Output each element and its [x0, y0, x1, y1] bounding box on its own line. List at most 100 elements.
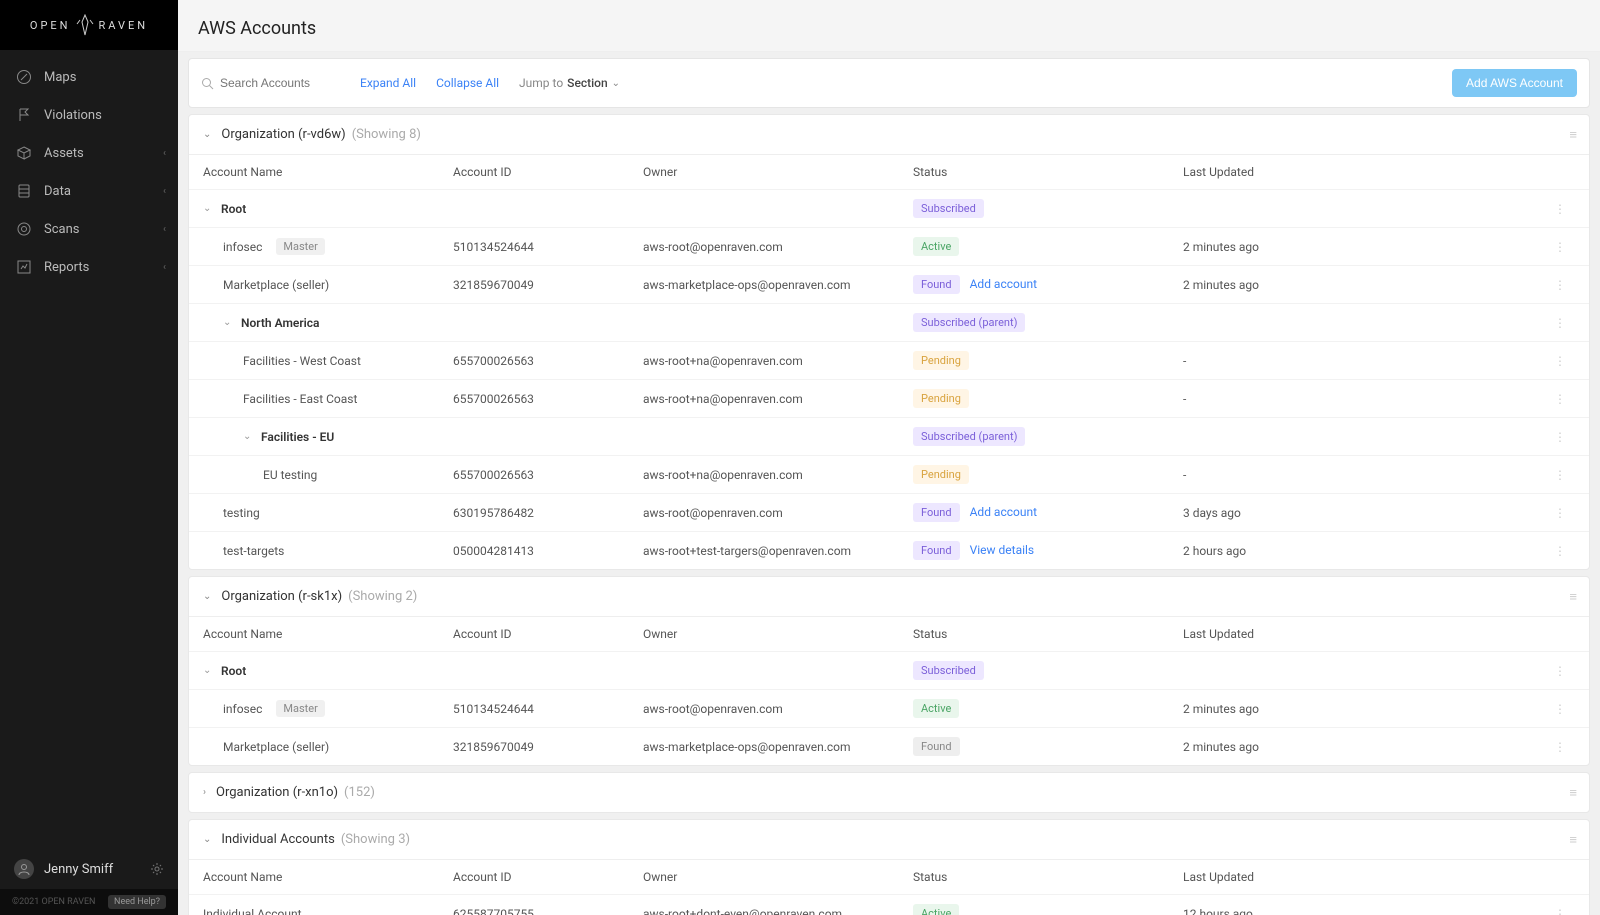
table-row[interactable]: ⌄North AmericaSubscribed (parent)⋮	[189, 303, 1589, 341]
chevron-left-icon: ‹	[163, 224, 166, 235]
add-aws-account-button[interactable]: Add AWS Account	[1452, 69, 1577, 97]
gear-icon[interactable]	[150, 862, 164, 876]
chevron-icon[interactable]: ⌄	[203, 665, 213, 676]
table-row[interactable]: infosecMaster510134524644aws-root@openra…	[189, 689, 1589, 727]
nav-label: Reports	[44, 260, 89, 275]
nav-scans[interactable]: Scans ‹	[0, 210, 178, 248]
user-name: Jenny Smiff	[44, 862, 113, 877]
kebab-icon[interactable]: ⋮	[1545, 907, 1575, 915]
nav-data[interactable]: Data ‹	[0, 172, 178, 210]
status-action-link[interactable]: Add account	[970, 277, 1037, 291]
collapse-all-link[interactable]: Collapse All	[436, 76, 499, 90]
expand-all-link[interactable]: Expand All	[360, 76, 416, 90]
kebab-icon[interactable]: ⋮	[1545, 240, 1575, 254]
nav-label: Scans	[44, 222, 79, 237]
table-row[interactable]: ⌄RootSubscribed⋮	[189, 189, 1589, 227]
table-row[interactable]: ⌄Facilities - EUSubscribed (parent)⋮	[189, 417, 1589, 455]
table-row[interactable]: EU testing655700026563aws-root+na@openra…	[189, 455, 1589, 493]
table-row[interactable]: ⌄RootSubscribed⋮	[189, 651, 1589, 689]
search-input[interactable]	[220, 76, 340, 90]
cell-owner: aws-root+test-targers@openraven.com	[643, 544, 913, 558]
account-name: Marketplace (seller)	[223, 740, 329, 754]
status-badge: Found	[913, 275, 960, 294]
jump-target: Section	[567, 76, 608, 90]
drag-handle-icon[interactable]: ≡	[1569, 589, 1577, 605]
cell-owner: aws-marketplace-ops@openraven.com	[643, 740, 913, 754]
kebab-icon[interactable]: ⋮	[1545, 702, 1575, 716]
table-header: Account NameAccount IDOwnerStatusLast Up…	[189, 616, 1589, 651]
table-row[interactable]: infosecMaster510134524644aws-root@openra…	[189, 227, 1589, 265]
table-row[interactable]: Facilities - East Coast655700026563aws-r…	[189, 379, 1589, 417]
nav-maps[interactable]: Maps	[0, 58, 178, 96]
chevron-icon[interactable]: ⌄	[203, 203, 213, 214]
nav-assets[interactable]: Assets ‹	[0, 134, 178, 172]
section-title: Organization (r-vd6w)	[221, 127, 345, 142]
nav-label: Assets	[44, 146, 84, 161]
help-button[interactable]: Need Help?	[108, 895, 166, 909]
table-row[interactable]: Marketplace (seller)321859670049aws-mark…	[189, 727, 1589, 765]
table-row[interactable]: Individual Account625587705755aws-root+d…	[189, 894, 1589, 915]
kebab-icon[interactable]: ⋮	[1545, 544, 1575, 558]
chevron-icon: ›	[203, 787, 206, 798]
cell-owner: aws-root+dont-even@openraven.com	[643, 907, 913, 915]
kebab-icon[interactable]: ⋮	[1545, 740, 1575, 754]
status-badge: Found	[913, 737, 960, 756]
table-row[interactable]: Facilities - West Coast655700026563aws-r…	[189, 341, 1589, 379]
status-badge: Pending	[913, 351, 969, 370]
brand-text-left: OPEN	[30, 19, 71, 32]
table-row[interactable]: Marketplace (seller)321859670049aws-mark…	[189, 265, 1589, 303]
cell-name: EU testing	[203, 468, 453, 482]
cell-owner: aws-root@openraven.com	[643, 506, 913, 520]
copyright-row: ©2021 OPEN RAVEN Need Help?	[0, 889, 178, 915]
kebab-icon[interactable]: ⋮	[1545, 506, 1575, 520]
cell-status: FoundAdd account	[913, 503, 1183, 522]
chart-icon	[16, 259, 32, 275]
kebab-icon[interactable]: ⋮	[1545, 354, 1575, 368]
kebab-icon[interactable]: ⋮	[1545, 430, 1575, 444]
sidebar: OPEN RAVEN Maps Violations Assets ‹ Data…	[0, 0, 178, 915]
avatar-icon	[14, 859, 34, 879]
cell-owner: aws-root@openraven.com	[643, 702, 913, 716]
nav-violations[interactable]: Violations	[0, 96, 178, 134]
status-action-link[interactable]: Add account	[970, 505, 1037, 519]
kebab-icon[interactable]: ⋮	[1545, 316, 1575, 330]
section-header[interactable]: ›Organization (r-xn1o)(152)≡	[189, 773, 1589, 812]
drag-handle-icon[interactable]: ≡	[1569, 832, 1577, 848]
section-header[interactable]: ⌄Individual Accounts(Showing 3)≡	[189, 820, 1589, 859]
cell-owner: aws-root+na@openraven.com	[643, 354, 913, 368]
cell-name: infosecMaster	[203, 238, 453, 255]
kebab-icon[interactable]: ⋮	[1545, 202, 1575, 216]
section-header[interactable]: ⌄Organization (r-sk1x)(Showing 2)≡	[189, 577, 1589, 616]
chevron-icon: ⌄	[203, 129, 211, 140]
cell-id: 655700026563	[453, 354, 643, 368]
cell-updated: 2 minutes ago	[1183, 240, 1545, 254]
cell-updated: -	[1183, 468, 1545, 482]
cell-id: 630195786482	[453, 506, 643, 520]
drag-handle-icon[interactable]: ≡	[1569, 127, 1577, 143]
nav: Maps Violations Assets ‹ Data ‹ Scans ‹	[0, 50, 178, 849]
cell-id: 510134524644	[453, 240, 643, 254]
nav-reports[interactable]: Reports ‹	[0, 248, 178, 286]
cell-updated: -	[1183, 354, 1545, 368]
copyright-text: ©2021 OPEN RAVEN	[12, 897, 95, 907]
kebab-icon[interactable]: ⋮	[1545, 664, 1575, 678]
status-badge: Subscribed	[913, 661, 984, 680]
status-action-link[interactable]: View details	[970, 543, 1035, 557]
user-row[interactable]: Jenny Smiff	[0, 849, 178, 889]
jump-to-section[interactable]: Jump to Section ⌄	[519, 76, 620, 90]
kebab-icon[interactable]: ⋮	[1545, 468, 1575, 482]
col-status: Status	[913, 627, 1183, 641]
table-row[interactable]: test-targets050004281413aws-root+test-ta…	[189, 531, 1589, 569]
col-name: Account Name	[203, 870, 453, 884]
section-title: Individual Accounts	[221, 832, 334, 847]
drag-handle-icon[interactable]: ≡	[1569, 785, 1577, 801]
section-header[interactable]: ⌄Organization (r-vd6w)(Showing 8)≡	[189, 115, 1589, 154]
cell-id: 050004281413	[453, 544, 643, 558]
kebab-icon[interactable]: ⋮	[1545, 392, 1575, 406]
cell-updated: 2 minutes ago	[1183, 702, 1545, 716]
chevron-icon[interactable]: ⌄	[243, 431, 253, 442]
chevron-icon[interactable]: ⌄	[223, 317, 233, 328]
table-row[interactable]: testing630195786482aws-root@openraven.co…	[189, 493, 1589, 531]
kebab-icon[interactable]: ⋮	[1545, 278, 1575, 292]
section-count: (152)	[344, 785, 375, 800]
